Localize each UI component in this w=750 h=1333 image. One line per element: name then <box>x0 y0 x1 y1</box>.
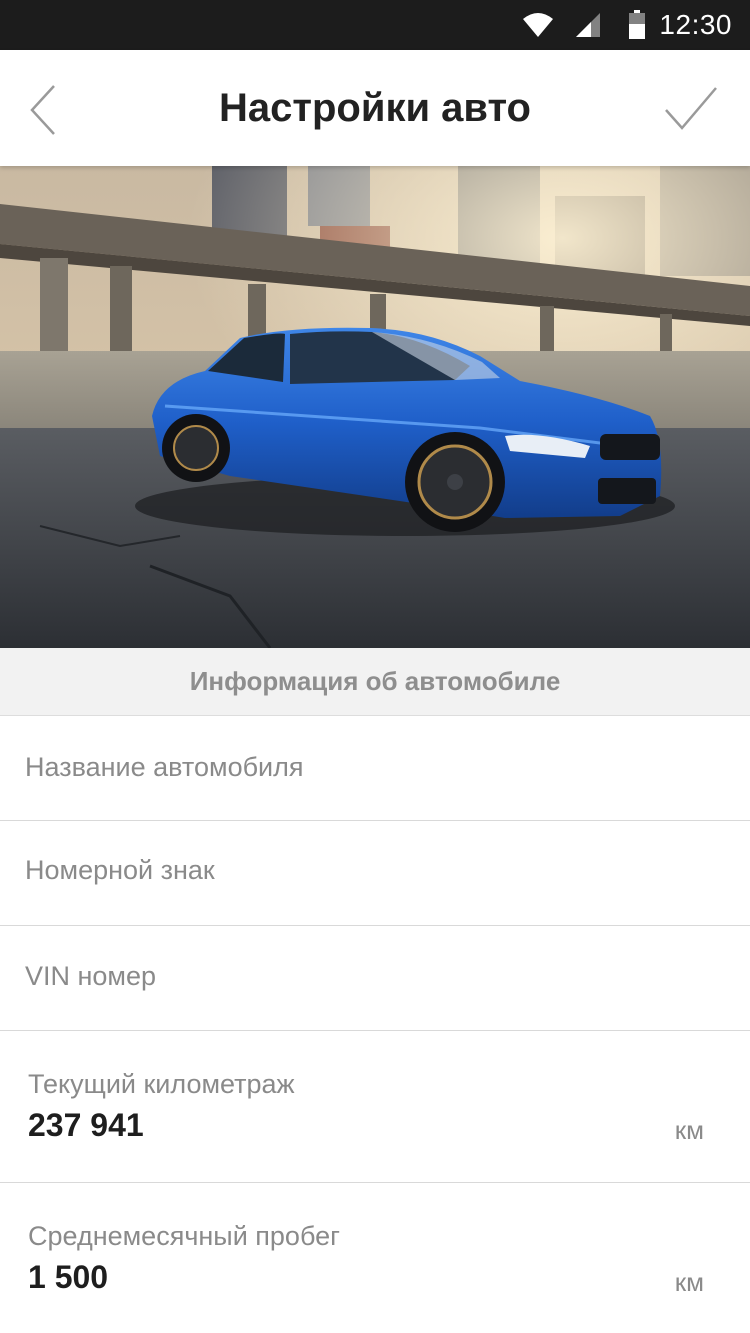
monthly-mileage-unit: км <box>674 1267 704 1297</box>
battery-icon <box>629 10 645 39</box>
car-name-placeholder: Название автомобиля <box>25 752 304 782</box>
cell-signal-icon <box>576 13 600 37</box>
status-time: 12:30 <box>659 9 732 40</box>
page-title: Настройки авто <box>219 86 531 130</box>
status-bar: 12:30 <box>0 0 750 50</box>
vin-field[interactable]: VIN номер <box>0 926 750 1031</box>
confirm-button[interactable] <box>660 84 722 136</box>
vin-placeholder: VIN номер <box>25 961 157 991</box>
current-mileage-field[interactable]: Текущий километраж 237 941 км <box>0 1031 750 1183</box>
section-header-car-info: Информация об автомобиле <box>0 648 750 716</box>
license-plate-placeholder: Номерной знак <box>25 855 215 885</box>
current-mileage-unit: км <box>674 1115 704 1145</box>
car-name-field[interactable]: Название автомобиля <box>0 716 750 821</box>
app-bar: Настройки авто <box>0 50 750 166</box>
monthly-mileage-value[interactable]: 1 500 <box>28 1259 108 1296</box>
checkmark-icon <box>665 87 717 130</box>
current-mileage-label: Текущий километраж <box>28 1069 295 1099</box>
monthly-mileage-label: Среднемесячный пробег <box>28 1221 340 1251</box>
license-plate-field[interactable]: Номерной знак <box>0 821 750 926</box>
car-photo <box>0 166 750 648</box>
monthly-mileage-field[interactable]: Среднемесячный пробег 1 500 км <box>0 1183 750 1333</box>
current-mileage-value[interactable]: 237 941 <box>28 1107 144 1144</box>
wifi-icon <box>523 13 553 37</box>
